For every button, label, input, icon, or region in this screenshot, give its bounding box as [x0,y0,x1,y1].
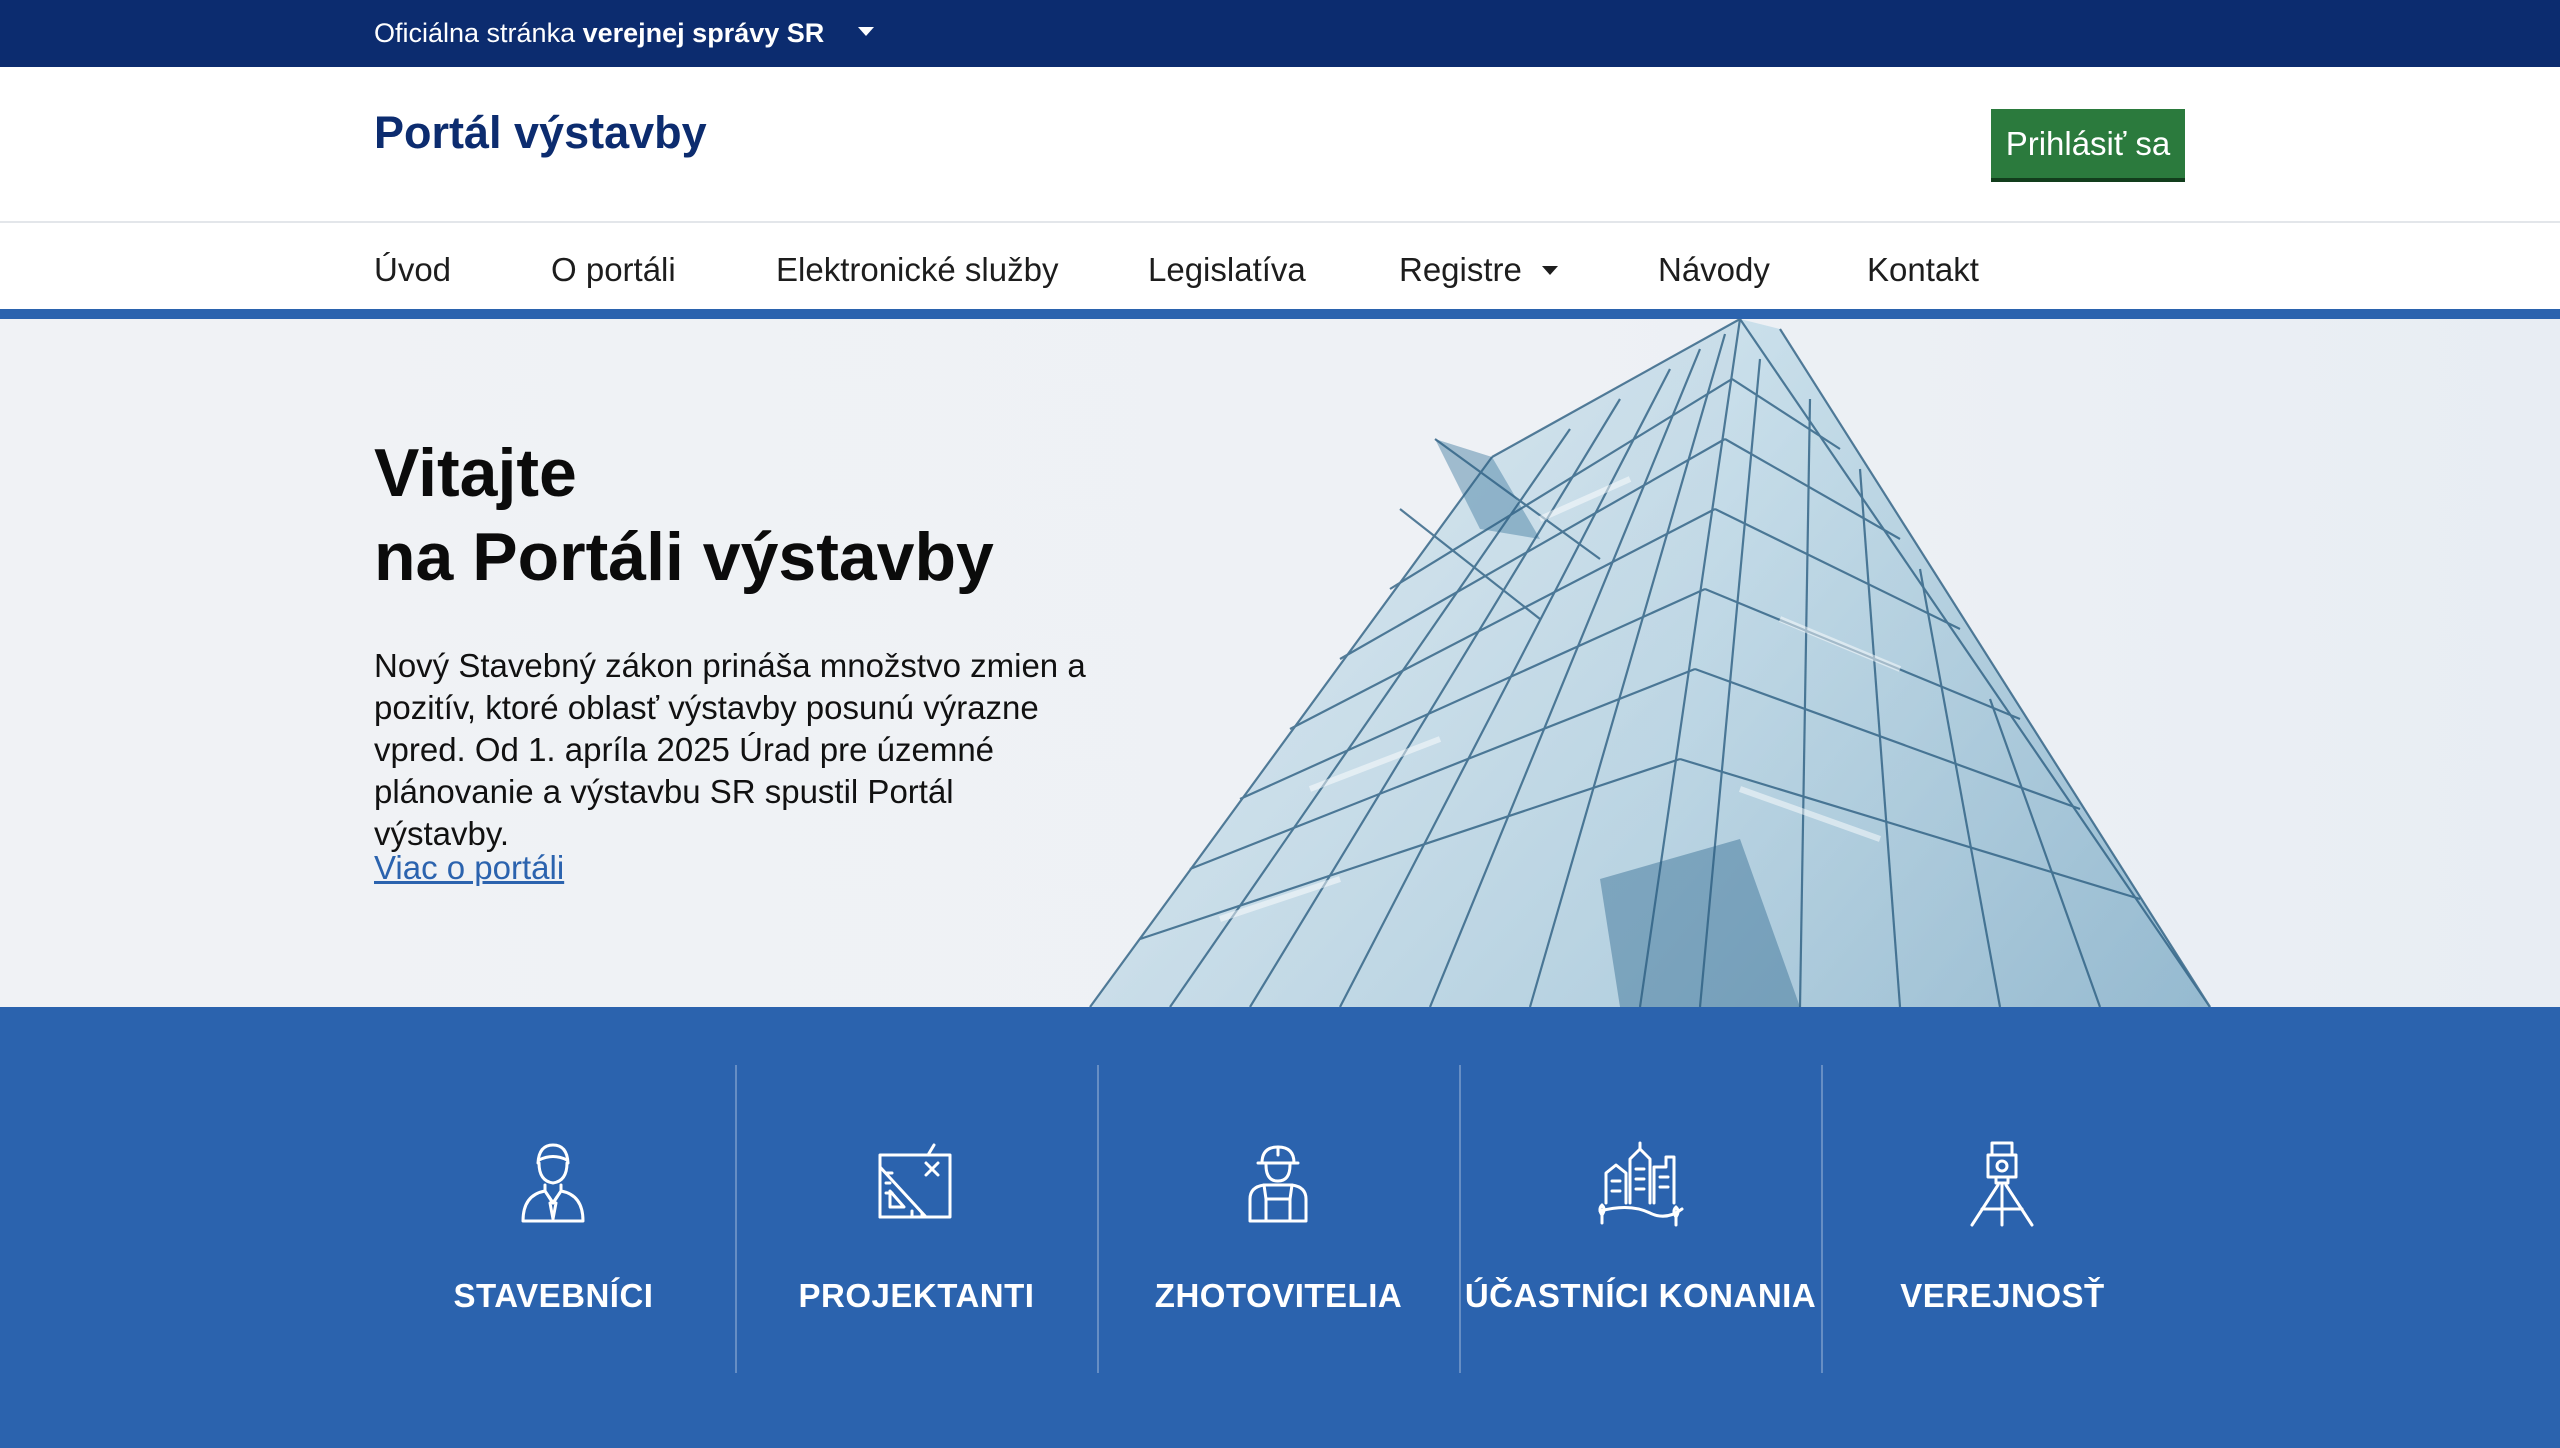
site-title[interactable]: Portál výstavby [374,107,707,159]
role-card-zhotovitelia[interactable]: ZHOTOVITELIA [1098,1065,1459,1373]
hero-title-line-1: Vitajte [374,435,577,511]
role-card-ucastnici-konania[interactable]: ÚČASTNÍCI KONANIA [1460,1065,1821,1373]
construction-worker-icon [1248,1145,1308,1223]
nav-item-elektronicke-sluzby[interactable]: Elektronické služby [776,223,1058,309]
hero-title: Vitajte na Portáli výstavby [374,431,1274,599]
nav-item-uvod[interactable]: Úvod [374,223,451,309]
more-about-portal-link[interactable]: Viac o portáli [374,849,564,887]
official-site-bold: verejnej správy SR [582,18,825,48]
role-label-projektanti: PROJEKTANTI [798,1277,1035,1314]
login-button[interactable]: Prihlásiť sa [1991,109,2185,182]
nav-item-o-portali[interactable]: O portáli [551,223,676,309]
nav-item-kontakt[interactable]: Kontakt [1867,223,1979,309]
chevron-down-icon [857,27,874,37]
role-card-verejnost[interactable]: VEREJNOSŤ [1822,1065,2183,1373]
role-card-stavebnici[interactable]: STAVEBNÍCI [373,1065,734,1373]
role-label-verejnost: VEREJNOSŤ [1900,1277,2105,1314]
roles-section: STAVEBNÍCI PROJEKTANTI ZHOTOVITELIA ÚČAS… [0,1007,2560,1448]
official-site-toggle[interactable]: Oficiálna stránka verejnej správy SR [374,0,874,67]
role-label-zhotovitelia: ZHOTOVITELIA [1154,1277,1403,1314]
nav-item-registre-label: Registre [1399,251,1522,288]
nav-item-registre[interactable]: Registre [1399,223,1558,309]
main-navigation: Úvod O portáli Elektronické služby Legis… [0,223,2560,309]
blueprint-ruler-icon [878,1143,952,1219]
official-site-bar: Oficiálna stránka verejnej správy SR [0,0,2560,67]
glass-building-illustration [1089,319,2211,1007]
builder-person-icon [521,1143,585,1223]
official-site-prefix: Oficiálna stránka [374,18,576,48]
nav-item-navody[interactable]: Návody [1658,223,1770,309]
role-label-stavebnici: STAVEBNÍCI [453,1277,654,1314]
chevron-down-icon [1541,265,1558,275]
hero-section: Vitajte na Portáli výstavby Nový Stavebn… [0,319,2560,1007]
role-label-ucastnici-konania: ÚČASTNÍCI KONANIA [1464,1277,1817,1314]
nav-accent-line [0,309,2560,319]
nav-item-legislativa[interactable]: Legislatíva [1148,223,1306,309]
role-card-projektanti[interactable]: PROJEKTANTI [736,1065,1097,1373]
town-buildings-icon [1598,1141,1684,1227]
site-header: Portál výstavby Prihlásiť sa [0,67,2560,223]
hero-title-line-2: na Portáli výstavby [374,519,994,595]
hero-description: Nový Stavebný zákon prináša množstvo zmi… [374,647,1086,852]
surveyor-tripod-icon [1970,1141,2034,1227]
